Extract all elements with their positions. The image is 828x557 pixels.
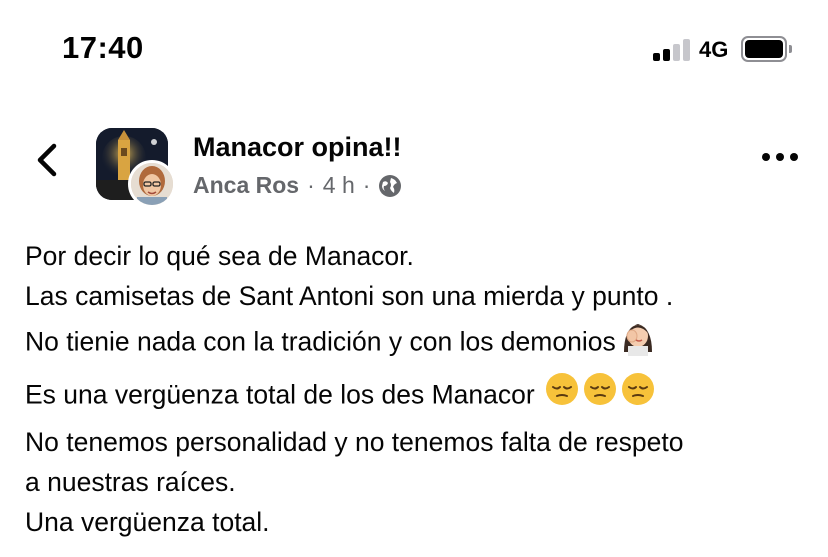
woman-facepalming-emoji	[618, 316, 658, 371]
post-time[interactable]: 4 h	[323, 172, 355, 199]
pensive-face-emoji	[620, 371, 656, 422]
network-type: 4G	[699, 37, 729, 62]
author-avatar[interactable]	[128, 160, 176, 208]
more-options-button[interactable]	[760, 148, 800, 168]
post-line: a nuestras raíces.	[25, 467, 236, 497]
post-meta: Anca Ros · 4 h ·	[193, 172, 402, 199]
post-line: Una vergüenza total.	[25, 507, 270, 537]
status-time: 17:40	[62, 30, 144, 65]
post-line: Es una vergüenza total de los des Manaco…	[25, 371, 815, 422]
battery-icon	[741, 36, 792, 62]
post-text: Por decir lo qué sea de Manacor. Las cam…	[25, 236, 815, 542]
post-header: Manacor opina!! Anca Ros · 4 h ·	[0, 120, 828, 215]
back-button[interactable]	[28, 140, 68, 180]
post-line-text: No tienie nada con la tradición y con lo…	[25, 326, 616, 357]
post-line: No tenemos personalidad y no tenemos fal…	[25, 427, 684, 457]
pensive-face-emoji	[582, 371, 618, 422]
meta-separator: ·	[362, 172, 371, 198]
post-line: Las camisetas de Sant Antoni son una mie…	[25, 281, 674, 311]
chevron-left-icon	[37, 143, 57, 177]
group-name-link[interactable]: Manacor opina!!	[193, 132, 402, 163]
status-bar: 17:40 4G	[0, 0, 828, 100]
globe-icon	[379, 174, 402, 197]
meta-separator: ·	[307, 172, 315, 198]
pensive-face-emoji	[544, 371, 580, 422]
post-line-text: Es una vergüenza total de los des Manaco…	[25, 379, 535, 410]
author-name-link[interactable]: Anca Ros	[193, 172, 299, 199]
group-avatar-stack[interactable]	[96, 128, 178, 210]
cellular-signal-icon	[653, 37, 691, 61]
post-line: Por decir lo qué sea de Manacor.	[25, 241, 414, 271]
post-line: No tienie nada con la tradición y con lo…	[25, 316, 815, 371]
